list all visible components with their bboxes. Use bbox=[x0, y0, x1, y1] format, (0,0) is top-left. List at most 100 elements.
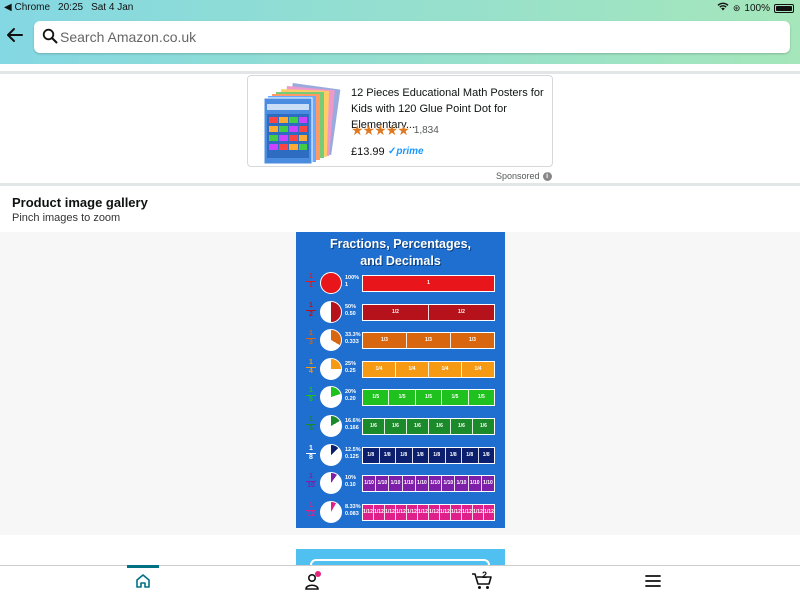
fraction-bar-segment: 1/12 bbox=[418, 504, 429, 520]
percent-decimal-label: 8.33% 0.083 bbox=[345, 503, 361, 517]
fraction-bar-segment: 1/6 bbox=[480, 423, 487, 429]
fraction-bar: 1/2 1/2 bbox=[362, 303, 495, 321]
fraction-label: 1 10 bbox=[306, 473, 316, 490]
fraction-pie bbox=[320, 415, 342, 437]
cart-count: 2 bbox=[482, 570, 488, 580]
sponsored-ad-card[interactable]: 12 Pieces Educational Math Posters for K… bbox=[247, 75, 553, 167]
gallery-title: Product image gallery bbox=[12, 195, 148, 210]
divider bbox=[0, 71, 800, 74]
fraction-row: 1 10 10% 0.10 1/10 1/10 1/10 1/10 1/10 1/10 1/10 1/… bbox=[302, 472, 502, 495]
fraction-label: 12 bbox=[306, 302, 316, 319]
fraction-row: 1 3 33.3% 0.333 1/3 1/3 1/3 bbox=[302, 329, 502, 352]
nav-account[interactable] bbox=[292, 566, 332, 601]
fraction-bar-segment: 1/8 bbox=[462, 447, 479, 463]
fraction-label: 13 bbox=[306, 330, 316, 347]
bottom-navigation: 2 bbox=[0, 565, 800, 600]
ad-product-thumbnail[interactable] bbox=[258, 82, 342, 166]
fraction-bar-segment: 1/5 bbox=[389, 390, 416, 406]
percent-decimal-label: 16.6% 0.166 bbox=[345, 418, 361, 431]
fraction-bar-segment: 1/8 bbox=[429, 447, 446, 463]
fraction-bar-segment: 1/6 bbox=[407, 419, 429, 434]
fraction-bar-segment: 1 bbox=[427, 280, 430, 286]
fraction-bar-segment: 1/12 bbox=[440, 504, 451, 520]
fraction-bar: 1/6 1/6 1/6 1/6 1/6 1/6 bbox=[362, 418, 495, 435]
fraction-bar-segment: 1/12 bbox=[363, 504, 374, 520]
fraction-bar-segment: 1/10 bbox=[389, 476, 403, 492]
fraction-bar-segment: 1/10 bbox=[363, 476, 377, 492]
fraction-bar-segment: 1/8 bbox=[396, 447, 413, 463]
nav-cart[interactable]: 2 bbox=[462, 566, 502, 601]
status-app[interactable]: ◀ Chrome bbox=[4, 2, 50, 13]
fraction-bar-segment: 1/5 bbox=[442, 390, 469, 406]
search-bar[interactable] bbox=[34, 21, 790, 53]
sponsored-label[interactable]: Sponsored i bbox=[496, 171, 552, 181]
nav-menu[interactable] bbox=[633, 566, 673, 601]
fraction-row: 1 6 16.6% 0.166 1/6 1/6 1/6 1/6 1/6 1/6 bbox=[302, 415, 502, 437]
fraction-bar-segment: 1/5 bbox=[363, 390, 390, 406]
fraction-pie bbox=[320, 357, 342, 380]
fraction-bar: 1/12 1/12 1/12 1/12 1/12 1/12 1/12 1/12 1/12 1/12… bbox=[362, 503, 495, 521]
status-time: 20:25 bbox=[58, 2, 84, 13]
next-gallery-image[interactable] bbox=[296, 549, 505, 565]
fraction-bar-segment: 1/8 bbox=[482, 451, 490, 458]
fraction-bar: 1/3 1/3 1/3 bbox=[362, 332, 495, 350]
fraction-bar: 1 bbox=[362, 275, 495, 292]
review-count: 1,834 bbox=[413, 125, 439, 136]
fraction-bar-segment: 1/3 bbox=[363, 333, 407, 349]
orientation-lock-icon: ⊛ bbox=[732, 2, 741, 13]
fraction-row: 1 12 8.33% 0.083 1/12 1/12 1/12 1/12 1/12 1/12 1/1… bbox=[302, 500, 502, 523]
fraction-bar-segment: 1/12 bbox=[451, 504, 462, 520]
divider bbox=[0, 183, 800, 186]
product-image-fractions-poster[interactable]: Fractions, Percentages, and Decimals 111… bbox=[296, 232, 505, 528]
fraction-bar: 1/10 1/10 1/10 1/10 1/10 1/10 1/10 1/10 1/10 1/10 bbox=[362, 475, 495, 493]
fraction-bar-segment: 1/4 bbox=[396, 361, 429, 377]
poster-heading-line1: Fractions, Percentages, bbox=[329, 237, 472, 251]
prime-badge: ✓prime bbox=[388, 146, 424, 157]
back-arrow-icon[interactable] bbox=[6, 26, 28, 48]
search-input[interactable] bbox=[60, 21, 760, 53]
poster-heading-line2: and Decimals bbox=[360, 254, 441, 268]
fraction-bar-segment: 1/5 bbox=[416, 390, 443, 406]
fraction-pie bbox=[320, 472, 342, 495]
battery-percent: 100% bbox=[744, 2, 770, 14]
fraction-bar-segment: 1/12 bbox=[429, 504, 440, 520]
fraction-bar: 1/8 1/8 1/8 1/8 1/8 1/8 1/8 1/8 bbox=[362, 446, 495, 464]
fraction-bar-segment: 1/6 bbox=[385, 419, 407, 434]
divider bbox=[0, 535, 800, 545]
prime-label: prime bbox=[396, 146, 424, 157]
fraction-pie bbox=[320, 386, 342, 409]
fraction-bar-segment: 1/2 bbox=[363, 304, 429, 320]
fraction-bar-segment: 1/12 bbox=[473, 504, 484, 520]
fraction-bar-segment: 1/2 bbox=[458, 308, 465, 315]
gallery-subtitle: Pinch images to zoom bbox=[12, 212, 121, 224]
fraction-bar-segment: 1/6 bbox=[363, 419, 385, 434]
sponsored-text: Sponsored bbox=[496, 171, 540, 181]
fraction-row: 1 2 50% 0.50 1/2 1/2 bbox=[302, 300, 502, 323]
fraction-label: 16 bbox=[306, 416, 316, 433]
fraction-bar-segment: 1/10 bbox=[429, 476, 443, 492]
fraction-bar-segment: 1/8 bbox=[363, 447, 380, 463]
percent-decimal-label: 50% 0.50 bbox=[345, 303, 357, 317]
fraction-bar-segment: 1/8 bbox=[446, 447, 462, 463]
fraction-bar-segment: 1/10 bbox=[442, 476, 456, 492]
nav-home[interactable] bbox=[123, 565, 163, 601]
fraction-bar-segment: 1/10 bbox=[416, 476, 430, 492]
fraction-bar-segment: 1/12 bbox=[396, 504, 407, 520]
home-icon bbox=[135, 573, 151, 594]
poster-heading: Fractions, Percentages, and Decimals bbox=[296, 236, 505, 270]
fraction-pie bbox=[320, 500, 342, 523]
fraction-bar-segment: 1/5 bbox=[477, 394, 485, 401]
fraction-label: 14 bbox=[306, 359, 316, 376]
fraction-row: 1 1 100% 1 1 bbox=[302, 272, 502, 294]
fraction-row: 1 5 20% 0.20 1/5 1/5 1/5 1/5 1/5 bbox=[302, 386, 502, 409]
fraction-bar-segment: 1/4 bbox=[474, 365, 482, 372]
top-bar: ◀ Chrome 20:25 Sat 4 Jan ⊛ 100% bbox=[0, 0, 800, 64]
fraction-row: 1 8 12.5% 0.125 1/8 1/8 1/8 1/8 1/8 1/8 1/8 1/8 bbox=[302, 443, 502, 466]
fraction-label: 1 12 bbox=[306, 501, 316, 518]
info-icon[interactable]: i bbox=[542, 171, 552, 181]
fraction-row: 1 4 25% 0.25 1/4 1/4 1/4 1/4 bbox=[302, 357, 502, 380]
ad-price: £13.99 bbox=[351, 146, 385, 158]
percent-decimal-label: 12.5% 0.125 bbox=[345, 446, 361, 460]
fraction-bar-segment: 1/8 bbox=[413, 447, 429, 463]
battery-icon bbox=[774, 3, 794, 13]
